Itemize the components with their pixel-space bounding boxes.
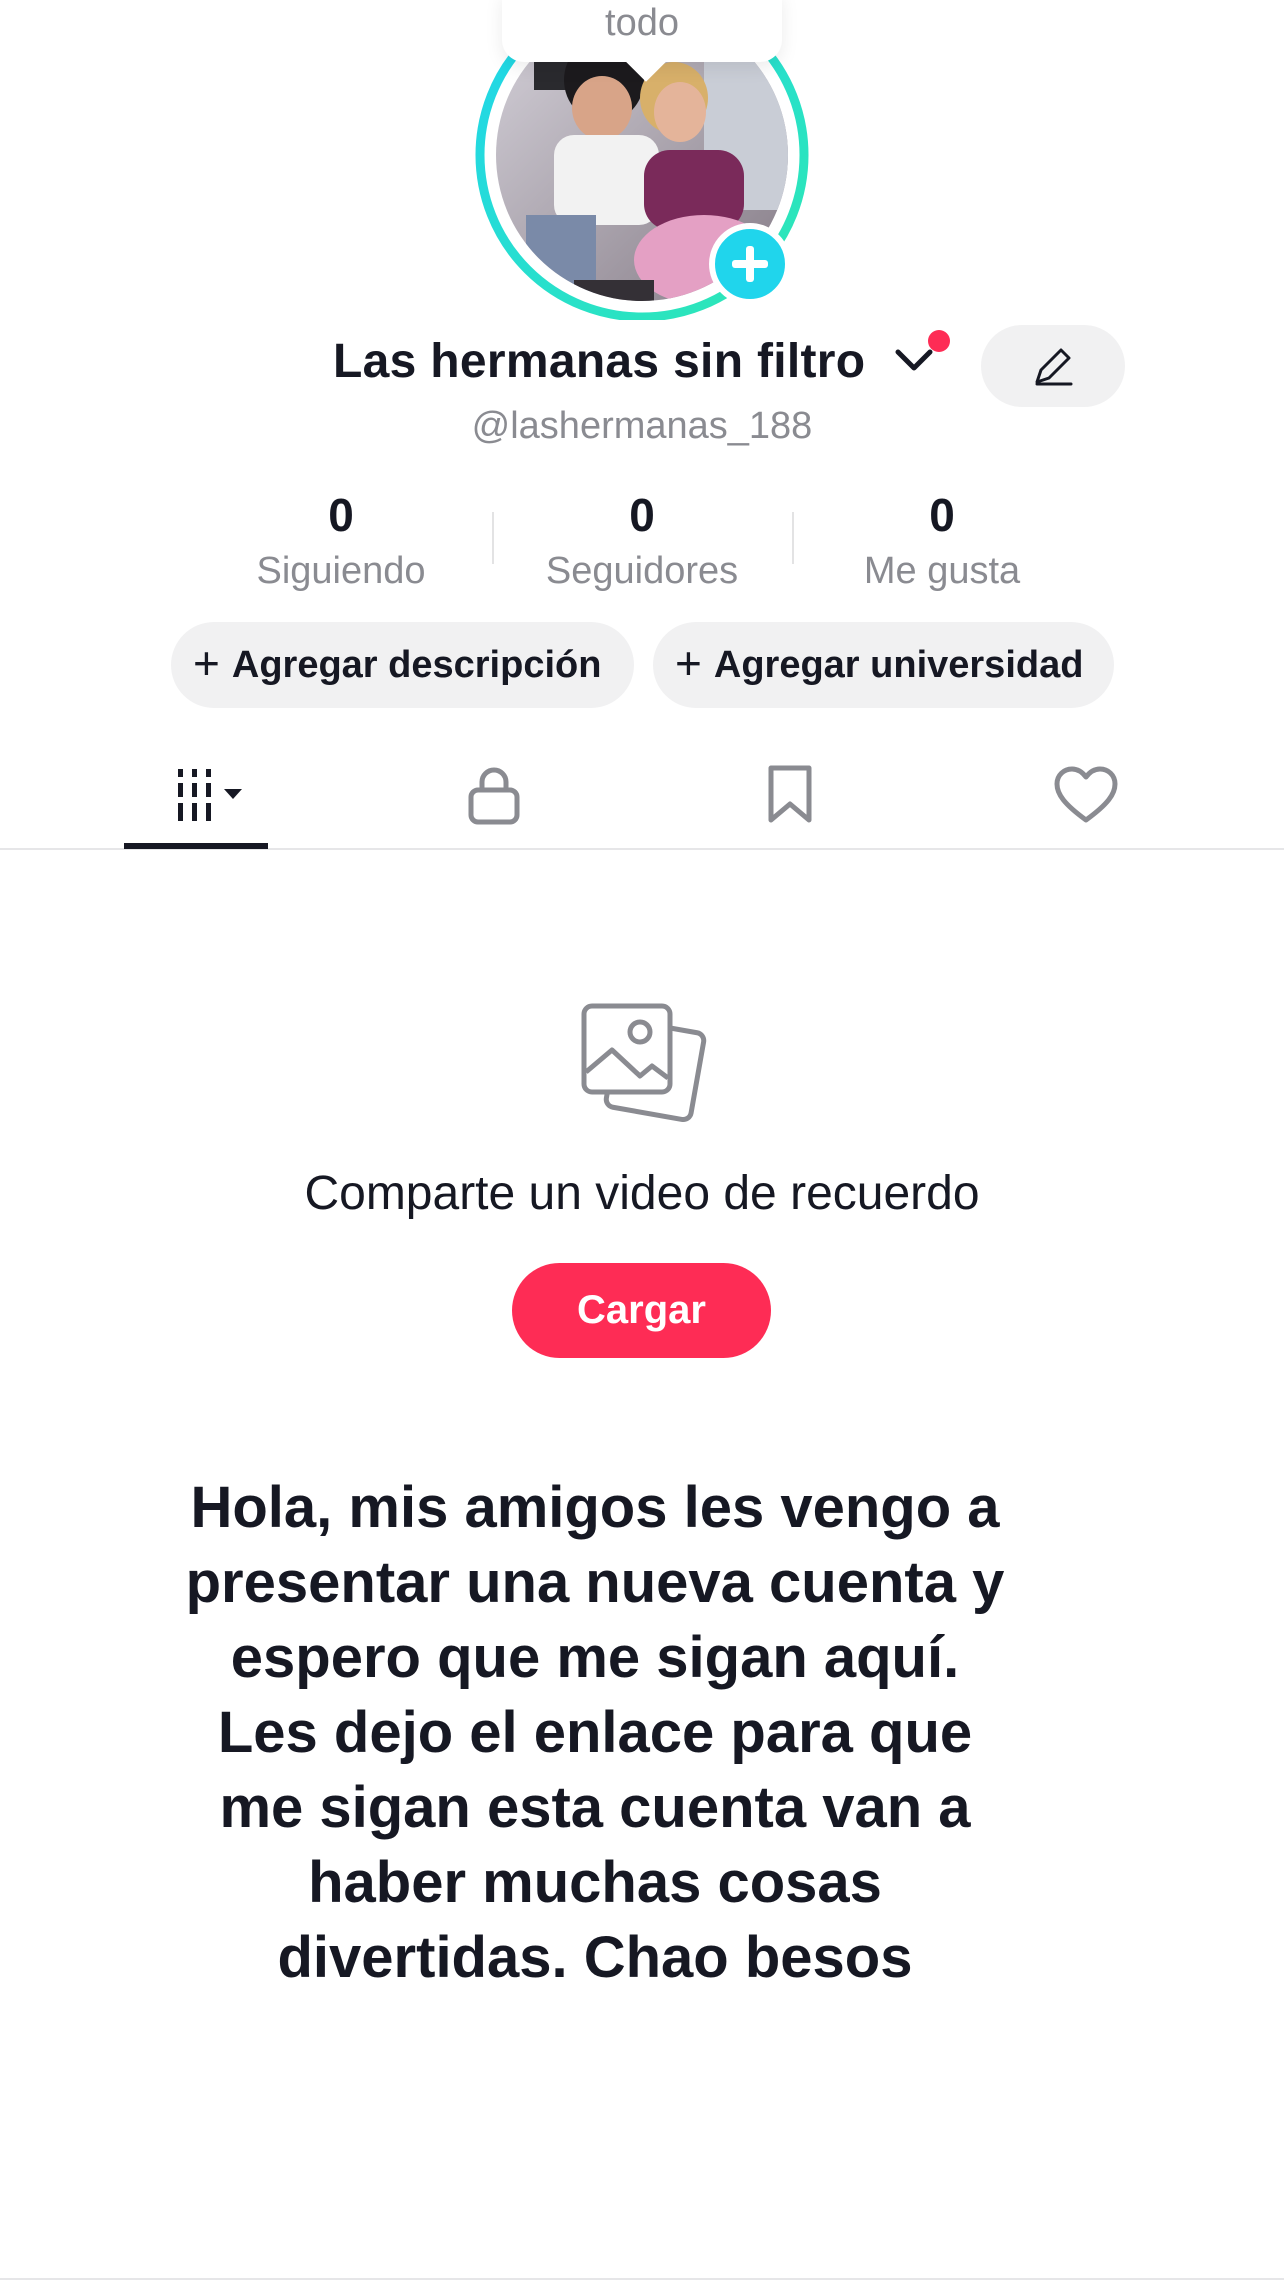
profile-page: todo Las hermanas sin filtro @lashermana… xyxy=(0,0,1284,2282)
message-line: espero que me sigan aquí. xyxy=(230,1625,960,1690)
stat-likes[interactable]: 0 Me gusta xyxy=(792,488,1092,593)
tab-private[interactable] xyxy=(434,740,554,850)
stat-following[interactable]: 0 Siguiendo xyxy=(191,488,491,593)
photos-icon xyxy=(581,1003,707,1123)
edit-profile-button[interactable] xyxy=(981,325,1125,407)
empty-state-title: Comparte un video de recuerdo xyxy=(304,1167,980,1220)
add-university-button[interactable]: + Agregar universidad xyxy=(653,622,1114,708)
username: @lashermanas_188 xyxy=(471,405,813,447)
tab-liked[interactable] xyxy=(1026,740,1146,850)
tab-videos[interactable] xyxy=(124,740,268,850)
stat-likes-label: Me gusta xyxy=(863,550,1021,592)
stat-following-label: Siguiendo xyxy=(256,550,426,592)
message-line: me sigan esta cuenta van a xyxy=(219,1775,971,1840)
message-line: divertidas. Chao besos xyxy=(277,1925,913,1990)
add-photo-button[interactable] xyxy=(709,223,791,305)
videos-grid-icon xyxy=(178,769,242,821)
stat-followers-label: Seguidores xyxy=(545,550,739,592)
message-line: presentar una nueva cuenta y xyxy=(185,1550,1005,1615)
tab-saved[interactable] xyxy=(730,740,850,850)
plus-icon: + xyxy=(675,637,702,689)
tooltip-bubble: todo xyxy=(502,0,782,82)
lock-icon xyxy=(468,767,520,825)
display-name: Las hermanas sin filtro xyxy=(333,335,866,388)
bottom-divider xyxy=(0,2278,1284,2280)
notification-dot xyxy=(928,330,950,352)
message-line: haber muchas cosas xyxy=(308,1850,882,1915)
plus-icon xyxy=(732,246,768,282)
plus-icon: + xyxy=(193,637,220,689)
add-description-label: Agregar descripción xyxy=(231,643,602,686)
profile-tabs xyxy=(0,740,1284,850)
add-description-button[interactable]: + Agregar descripción xyxy=(171,622,634,708)
stat-followers-count: 0 xyxy=(629,489,655,541)
message-line: Hola, mis amigos les vengo a xyxy=(190,1475,1000,1540)
pencil-icon xyxy=(1035,348,1073,386)
tooltip-text: todo xyxy=(605,2,679,44)
active-tab-indicator xyxy=(124,843,268,849)
heart-icon xyxy=(1054,766,1118,823)
upload-button[interactable]: Cargar xyxy=(512,1263,771,1358)
stat-followers[interactable]: 0 Seguidores xyxy=(492,488,792,593)
bookmark-icon xyxy=(768,765,812,823)
stat-following-count: 0 xyxy=(328,489,354,541)
chevron-down-icon[interactable] xyxy=(894,348,934,374)
message-line: Les dejo el enlace para que xyxy=(217,1700,973,1765)
stat-likes-count: 0 xyxy=(929,489,955,541)
overlay-message: Hola, mis amigos les vengo a presentar u… xyxy=(150,1470,1040,1995)
add-university-label: Agregar universidad xyxy=(713,643,1084,686)
stats-bar: 0 Siguiendo 0 Seguidores 0 Me gusta xyxy=(0,488,1284,598)
